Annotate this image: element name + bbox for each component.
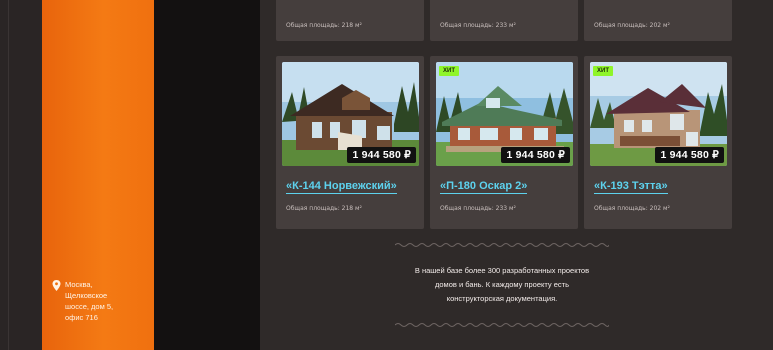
- left-dark-strip: [0, 0, 42, 350]
- card-area: Общая площадь: 218 м²: [286, 205, 362, 212]
- address-line: шоссе, дом 5,: [65, 302, 114, 311]
- hit-badge: ХИТ: [439, 66, 459, 76]
- project-card-k144[interactable]: 1 944 580 ₽ «К-144 Норвежский» Общая пло…: [276, 56, 424, 229]
- price-label: 1 944 580 ₽: [501, 147, 570, 163]
- card-area: Общая площадь: 202 м²: [594, 22, 670, 29]
- project-title-link[interactable]: «П-180 Оскар 2»: [440, 180, 528, 194]
- price-label: 1 944 580 ₽: [655, 147, 724, 163]
- house-photo[interactable]: ХИТ 1 944 580 ₽: [436, 62, 573, 166]
- info-line: конструкторская документация.: [446, 294, 558, 303]
- project-card-partial[interactable]: Общая площадь: 202 м²: [584, 0, 732, 41]
- card-area: Общая площадь: 233 м²: [440, 22, 516, 29]
- project-card-partial[interactable]: Общая площадь: 233 м²: [430, 0, 578, 41]
- project-card-p180[interactable]: ХИТ 1 944 580 ₽ «П-180 Оскар 2» Общая пл…: [430, 56, 578, 229]
- wavy-divider: [395, 243, 609, 247]
- price-label: 1 944 580 ₽: [347, 147, 416, 163]
- address-block: Москва, Щелковское шоссе, дом 5, офис 71…: [52, 279, 152, 323]
- location-pin-icon: [52, 280, 61, 291]
- info-line: домов и бань. К каждому проекту есть: [435, 280, 569, 289]
- hit-badge: ХИТ: [593, 66, 613, 76]
- address-line: Москва,: [65, 280, 93, 289]
- dark-gap-strip: [154, 0, 260, 350]
- info-line: В нашей базе более 300 разработанных про…: [414, 266, 590, 275]
- project-card-partial[interactable]: Общая площадь: 218 м²: [276, 0, 424, 41]
- address-text: Москва, Щелковское шоссе, дом 5, офис 71…: [65, 279, 113, 323]
- address-line: Щелковское: [65, 291, 108, 300]
- address-line: офис 716: [65, 313, 98, 322]
- wavy-divider: [395, 323, 609, 327]
- project-title-link[interactable]: «К-144 Норвежский»: [286, 180, 397, 194]
- house-photo[interactable]: ХИТ 1 944 580 ₽: [590, 62, 727, 166]
- card-area: Общая площадь: 233 м²: [440, 205, 516, 212]
- card-area: Общая площадь: 202 м²: [594, 205, 670, 212]
- catalog-info-text: В нашей базе более 300 разработанных про…: [378, 264, 626, 306]
- project-card-k193[interactable]: ХИТ 1 944 580 ₽ «К-193 Тэтта» Общая площ…: [584, 56, 732, 229]
- project-title-link[interactable]: «К-193 Тэтта»: [594, 180, 668, 194]
- card-area: Общая площадь: 218 м²: [286, 22, 362, 29]
- house-photo[interactable]: 1 944 580 ₽: [282, 62, 419, 166]
